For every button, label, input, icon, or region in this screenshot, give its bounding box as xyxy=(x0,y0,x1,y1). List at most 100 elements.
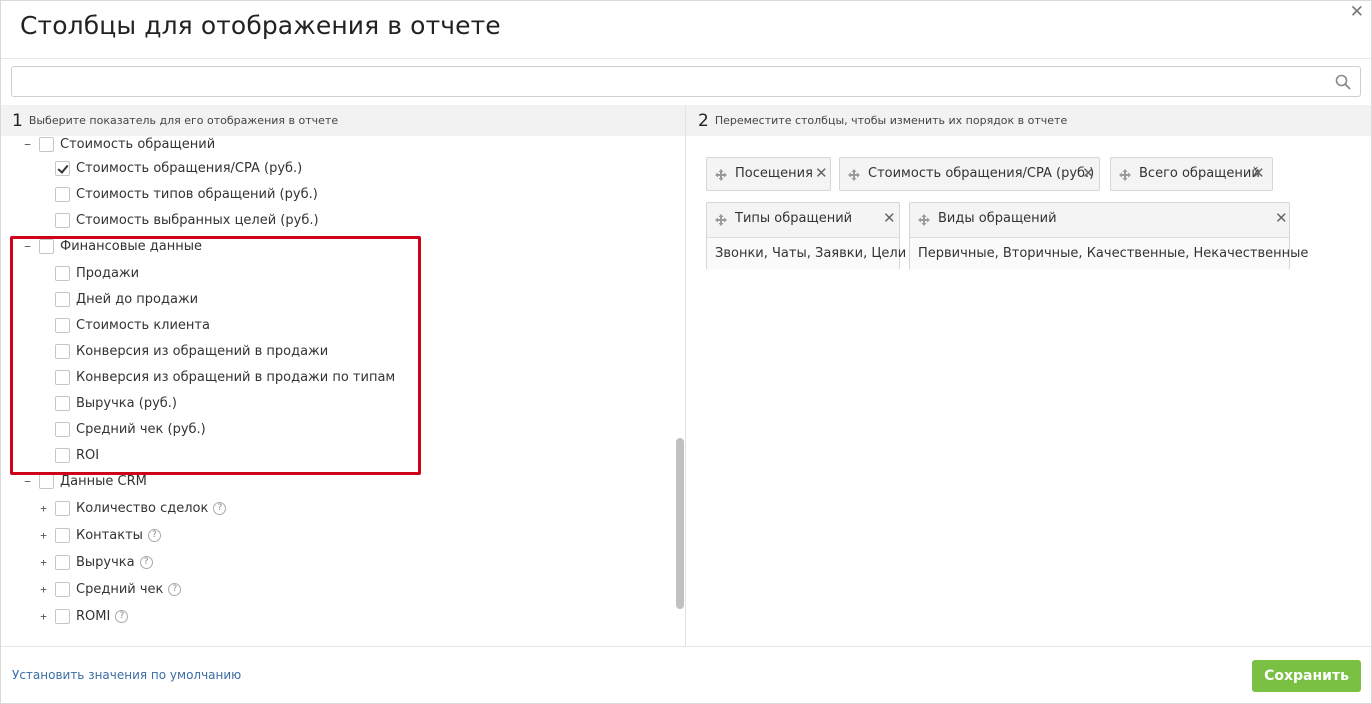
search-icon[interactable] xyxy=(1335,74,1351,90)
tree-item[interactable]: − Стоимость обращений xyxy=(23,136,215,155)
tree-scrollbar-thumb[interactable] xyxy=(676,438,684,609)
tree-item-label: Конверсия из обращений в продажи xyxy=(76,343,329,359)
tree-item[interactable]: + Количество сделок? xyxy=(39,497,227,519)
tree-item[interactable]: Конверсия из обращений в продажи xyxy=(39,340,328,362)
tree-item-checkbox[interactable] xyxy=(55,317,70,333)
close-icon[interactable]: ✕ xyxy=(1252,164,1265,182)
tree-item-checkbox[interactable] xyxy=(55,291,70,307)
column-chip-label: Посещения xyxy=(735,166,813,181)
column-chip[interactable]: Всего обращений ✕ xyxy=(1110,157,1273,191)
tree-item[interactable]: + Выручка? xyxy=(39,551,153,573)
tree-item-checkbox[interactable] xyxy=(55,343,70,359)
toggle-spacer xyxy=(39,216,48,225)
step-2-header: 2 Переместите столбцы, чтобы изменить их… xyxy=(686,105,1371,136)
search-box xyxy=(11,66,1361,97)
help-icon[interactable]: ? xyxy=(115,609,129,623)
tree-item[interactable]: + Средний чек? xyxy=(39,578,182,600)
expand-icon[interactable]: + xyxy=(39,611,48,622)
footer-divider xyxy=(1,646,1371,647)
tree-item-checkbox[interactable] xyxy=(55,500,70,516)
close-icon[interactable]: ✕ xyxy=(883,209,896,227)
tree-item-label: Стоимость обращений xyxy=(60,136,216,152)
tree-item-checkbox[interactable] xyxy=(55,581,70,597)
tree-item[interactable]: Выручка (руб.) xyxy=(39,392,177,414)
columns-dialog: Столбцы для отображения в отчете ✕ 1 Выб… xyxy=(0,0,1372,704)
toggle-spacer xyxy=(39,347,48,356)
tree-item-label: Конверсия из обращений в продажи по типа… xyxy=(76,369,396,385)
column-chip-label: Стоимость обращения/CPA (руб.) xyxy=(868,166,1095,181)
tree-item[interactable]: − Финансовые данные xyxy=(23,235,202,257)
expand-icon[interactable]: + xyxy=(39,584,48,595)
tree-item-checkbox[interactable] xyxy=(55,527,70,543)
move-icon[interactable] xyxy=(715,214,727,226)
tree-item-checkbox[interactable] xyxy=(39,473,54,489)
tree-item-checkbox[interactable] xyxy=(55,369,70,385)
tree-item-checkbox[interactable] xyxy=(55,421,70,437)
tree-item-checkbox[interactable] xyxy=(55,395,70,411)
tree-item[interactable]: Конверсия из обращений в продажи по типа… xyxy=(39,366,395,388)
tree-item-checkbox[interactable] xyxy=(55,265,70,281)
close-icon[interactable]: ✕ xyxy=(815,164,828,182)
tree-item-label: ROMI xyxy=(76,608,111,624)
expand-icon[interactable]: + xyxy=(39,503,48,514)
help-icon[interactable]: ? xyxy=(147,528,161,542)
tree-item-checkbox[interactable] xyxy=(55,160,70,176)
close-icon[interactable]: ✕ xyxy=(1275,209,1288,227)
metrics-tree: − Стоимость обращений Стоимость обращения/… xyxy=(1,136,685,645)
move-icon[interactable] xyxy=(1119,169,1131,181)
column-chip[interactable]: Типы обращений ✕ Звонки, Чаты, Заявки, Цел… xyxy=(706,202,906,270)
tree-item[interactable]: Средний чек (руб.) xyxy=(39,418,206,440)
expand-icon[interactable]: + xyxy=(39,557,48,568)
tree-item[interactable]: + ROMI? xyxy=(39,605,129,627)
column-chip-label: Типы обращений xyxy=(735,211,853,226)
tree-item-checkbox[interactable] xyxy=(55,608,70,624)
move-icon[interactable] xyxy=(918,214,930,226)
collapse-icon[interactable]: − xyxy=(23,476,32,487)
tree-item-checkbox[interactable] xyxy=(55,186,70,202)
save-button[interactable]: Сохранить xyxy=(1252,660,1361,692)
tree-item-label: ROI xyxy=(76,447,100,463)
tree-item-checkbox[interactable] xyxy=(55,212,70,228)
tree-item-label: Стоимость выбранных целей (руб.) xyxy=(76,212,319,228)
tree-item[interactable]: Стоимость типов обращений (руб.) xyxy=(39,183,318,205)
tree-item-label: Данные CRM xyxy=(60,473,147,489)
reset-defaults-link[interactable]: Установить значения по умолчанию xyxy=(12,668,241,682)
column-chip[interactable]: Посещения ✕ xyxy=(706,157,831,191)
close-icon[interactable]: ✕ xyxy=(1350,2,1364,22)
tree-item-checkbox[interactable] xyxy=(39,136,54,152)
column-chip-values: Звонки, Чаты, Заявки, Цели xyxy=(707,237,906,270)
tree-item[interactable]: Стоимость выбранных целей (руб.) xyxy=(39,209,319,231)
help-icon[interactable]: ? xyxy=(213,501,227,515)
search-input[interactable] xyxy=(12,67,1312,96)
tree-item-checkbox[interactable] xyxy=(39,238,54,254)
tree-item[interactable]: Продажи xyxy=(39,262,139,284)
tree-item[interactable]: − Данные CRM xyxy=(23,470,147,492)
step-1-number: 1 xyxy=(12,110,23,131)
tree-item[interactable]: Стоимость обращения/CPA (руб.) xyxy=(39,157,302,179)
column-chip[interactable]: Стоимость обращения/CPA (руб.) ✕ xyxy=(839,157,1100,191)
step-2-hint: Переместите столбцы, чтобы изменить их п… xyxy=(714,114,1068,127)
tree-item-label: Выручка (руб.) xyxy=(76,395,177,411)
help-icon[interactable]: ? xyxy=(168,582,182,596)
tree-item[interactable]: + Контакты? xyxy=(39,524,161,546)
tree-item[interactable]: ROI xyxy=(39,444,99,466)
tree-item-checkbox[interactable] xyxy=(55,447,70,463)
tree-item[interactable]: Дней до продажи xyxy=(39,288,198,310)
collapse-icon[interactable]: − xyxy=(23,139,32,150)
close-icon[interactable]: ✕ xyxy=(1082,164,1095,182)
tree-item-checkbox[interactable] xyxy=(55,554,70,570)
toggle-spacer xyxy=(39,399,48,408)
help-icon[interactable]: ? xyxy=(139,555,153,569)
step-1-hint: Выберите показатель для его отображения … xyxy=(28,114,339,127)
collapse-icon[interactable]: − xyxy=(23,241,32,252)
column-chip[interactable]: Виды обращений ✕ Первичные, Вторичные, Кач… xyxy=(909,202,1308,270)
move-icon[interactable] xyxy=(848,169,860,181)
column-chip-values-text: Первичные, Вторичные, Качественные, Нека… xyxy=(918,246,1309,261)
toggle-spacer xyxy=(39,190,48,199)
expand-icon[interactable]: + xyxy=(39,530,48,541)
tree-item[interactable]: Стоимость клиента xyxy=(39,314,210,336)
tree-item-label: Стоимость типов обращений (руб.) xyxy=(76,186,318,202)
column-chip-values-text: Звонки, Чаты, Заявки, Цели xyxy=(715,246,907,261)
header-divider xyxy=(1,58,1371,59)
move-icon[interactable] xyxy=(715,169,727,181)
